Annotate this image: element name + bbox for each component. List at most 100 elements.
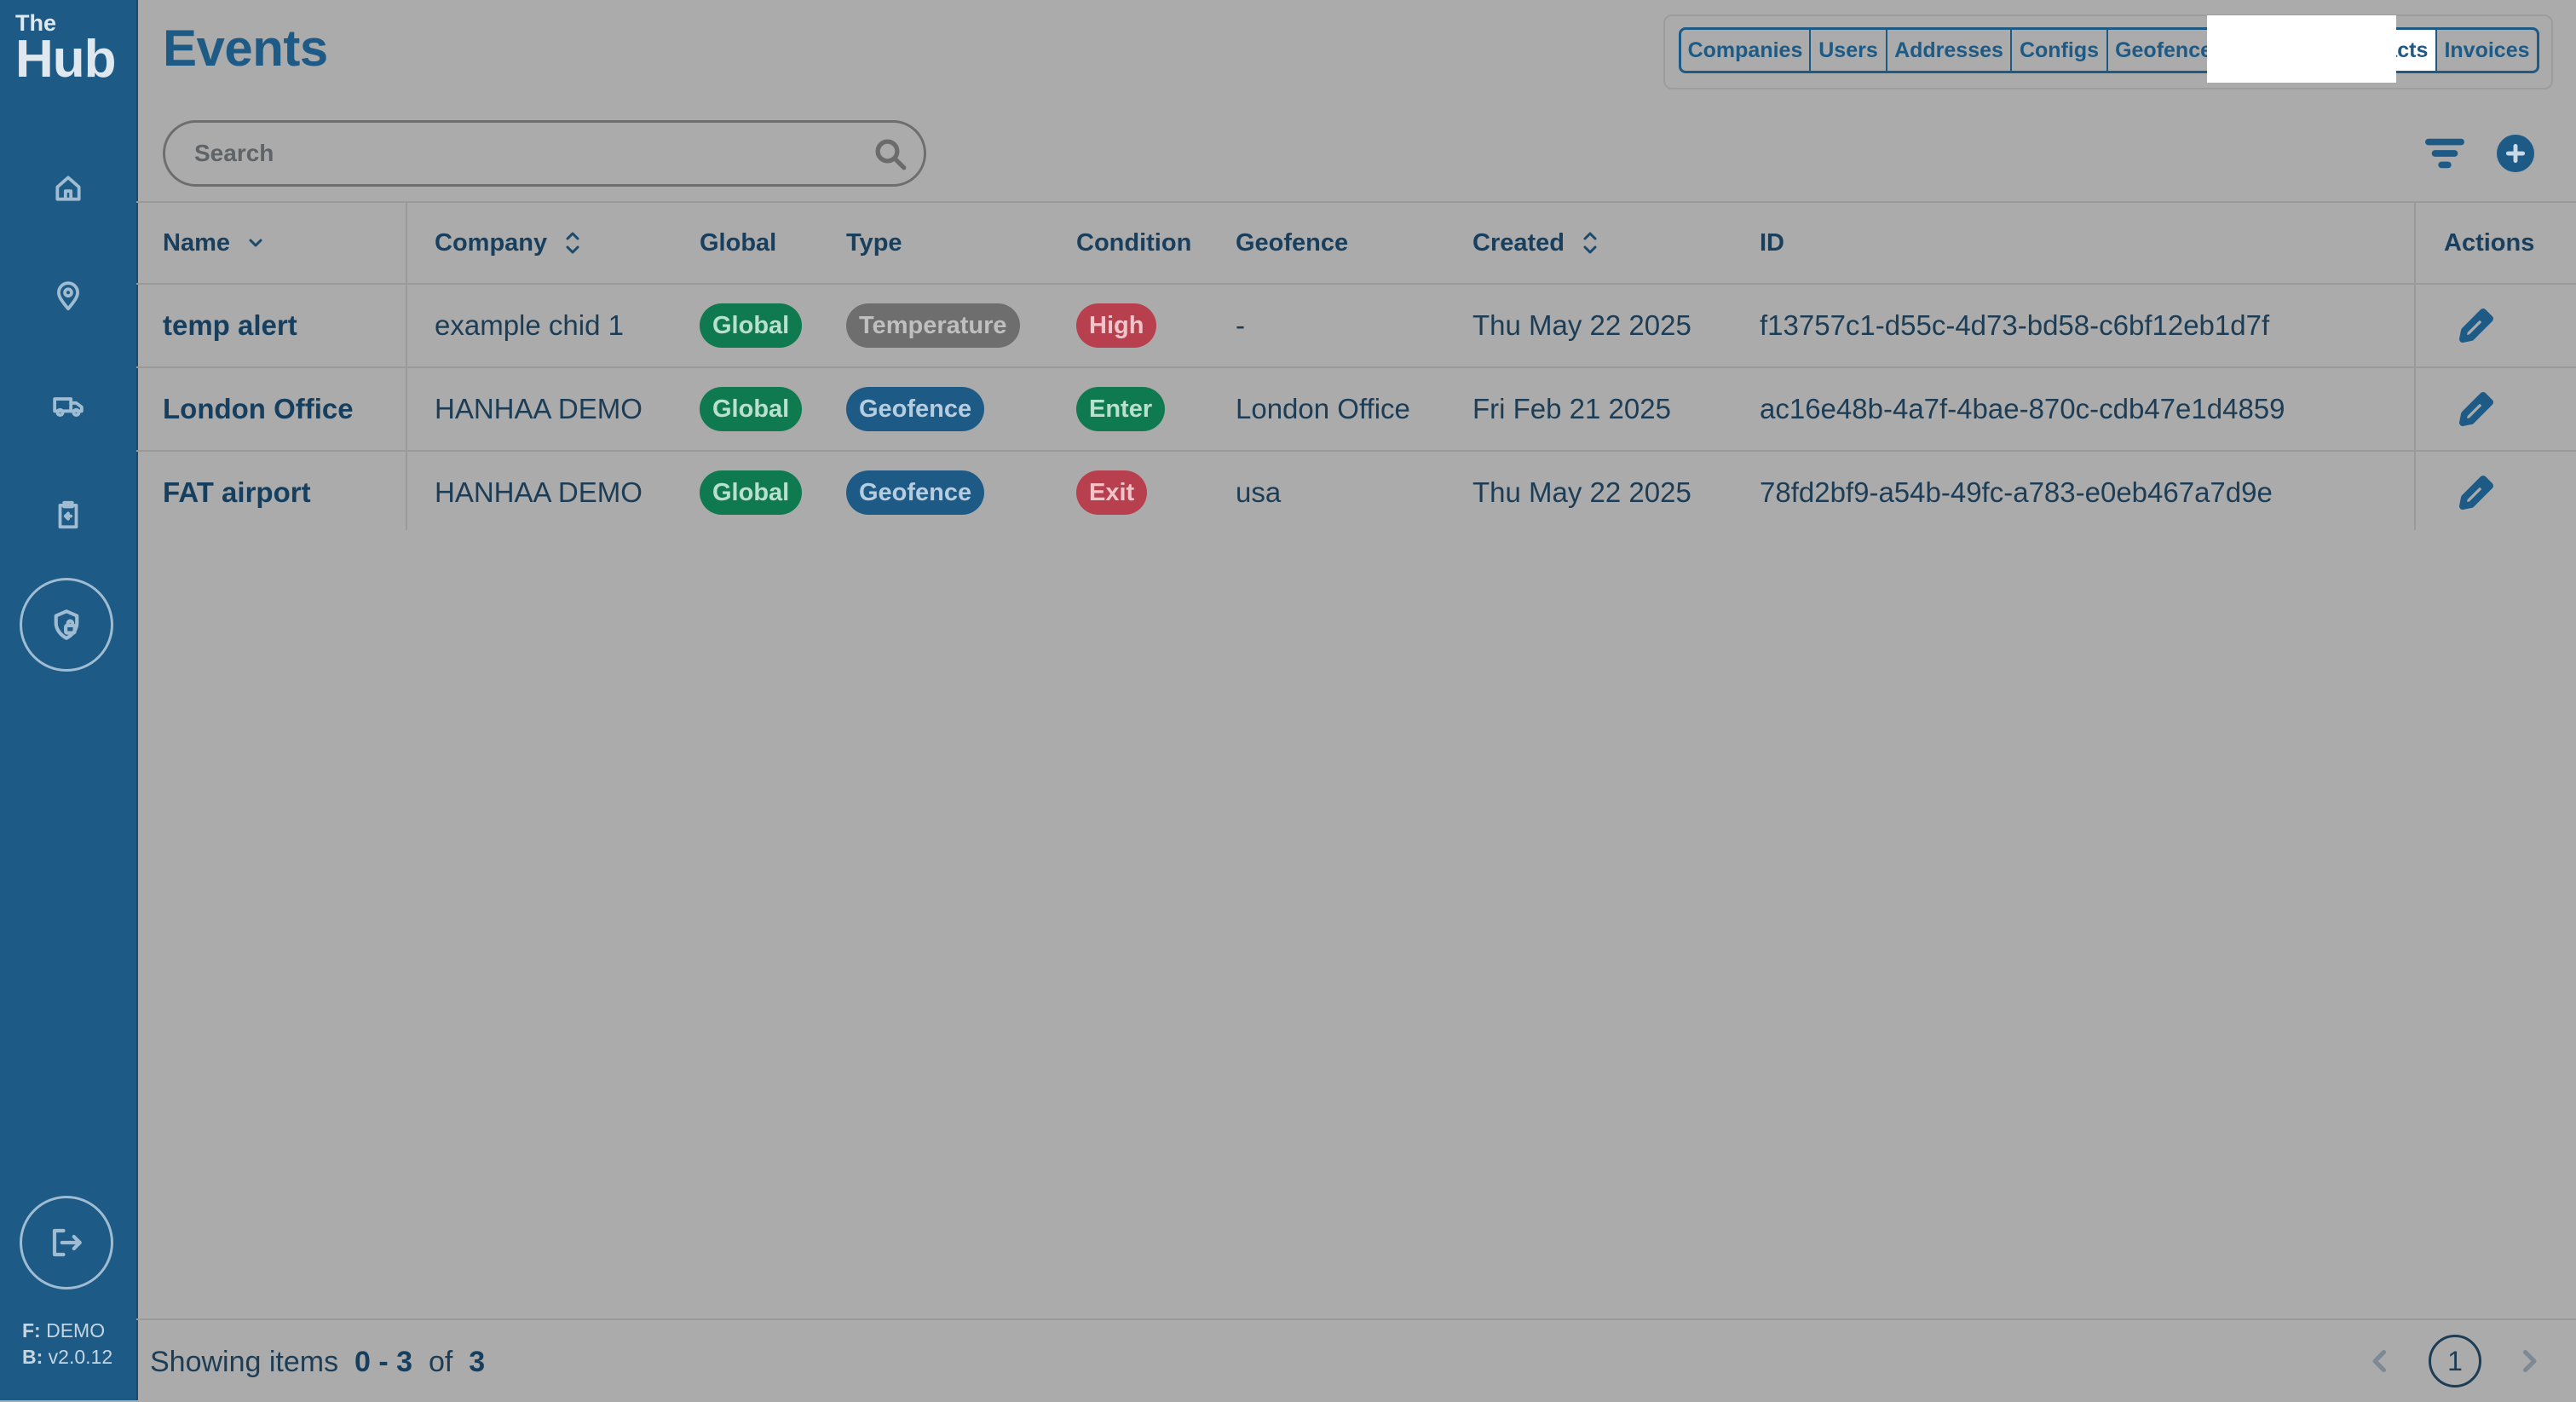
type-badge-cell: Geofence: [846, 368, 985, 450]
search-icon[interactable]: [873, 136, 908, 172]
global-badge-cell: Global: [700, 285, 803, 366]
column-header-name[interactable]: Name: [163, 203, 266, 283]
app-logo[interactable]: The Hub: [15, 10, 117, 86]
filter-icon[interactable]: [2425, 136, 2464, 170]
tab-addresses[interactable]: Addresses: [1887, 30, 2012, 71]
column-header-condition: Condition: [1076, 228, 1192, 257]
column-header-geofence: Geofence: [1236, 228, 1349, 257]
version-f-value: DEMO: [46, 1319, 106, 1341]
sidebar-item-clipboard[interactable]: [34, 481, 102, 549]
showing-total: 3: [469, 1346, 486, 1378]
location-pin-icon: [57, 281, 79, 311]
sort-icon: [562, 227, 583, 259]
type-badge-cell: Temperature: [846, 285, 1020, 366]
of-label: of: [428, 1346, 453, 1378]
event-company: HANHAA DEMO: [435, 476, 643, 508]
clipboard-icon: [58, 500, 78, 529]
column-header-global: Global: [700, 228, 777, 257]
plus-icon: [2505, 143, 2526, 164]
column-header-actions: Actions: [2444, 228, 2535, 257]
add-event-button[interactable]: [2497, 135, 2534, 172]
column-header-label: Company: [435, 228, 548, 257]
edit-button[interactable]: [2456, 452, 2497, 534]
event-geofence: -: [1236, 309, 1245, 341]
column-header-type: Type: [846, 228, 902, 257]
chevron-left-icon: [2372, 1349, 2387, 1373]
event-name[interactable]: temp alert: [163, 285, 297, 366]
type-badge-cell: Geofence: [846, 452, 985, 534]
table-header: Name Company Global Type Condition Geofe…: [136, 201, 2576, 283]
version-f-label: F:: [22, 1319, 41, 1341]
truck-icon: [53, 397, 84, 417]
global-badge: Global: [700, 387, 803, 431]
showing-label: Showing items: [150, 1346, 339, 1378]
event-geofence: usa: [1236, 476, 1282, 508]
sidebar: The Hub F: DEMO B: v2.0.12: [0, 0, 138, 1400]
pagination-footer: Showing items 0 - 3 of 3 1: [136, 1318, 2576, 1402]
events-table: Name Company Global Type Condition Geofe…: [136, 201, 2576, 534]
edit-button[interactable]: [2456, 285, 2497, 366]
tab-bar: Companies Users Addresses Configs Geofen…: [1679, 15, 2539, 83]
event-name[interactable]: FAT airport: [163, 452, 311, 534]
event-created: Thu May 22 2025: [1472, 476, 1691, 508]
condition-badge: Enter: [1076, 387, 1166, 431]
logout-icon: [52, 1228, 82, 1257]
event-name[interactable]: London Office: [163, 368, 354, 450]
sort-icon: [1580, 227, 1600, 259]
column-header-created[interactable]: Created: [1472, 203, 1600, 283]
page-title: Events: [163, 20, 328, 77]
tab-configs[interactable]: Configs: [2012, 30, 2108, 71]
showing-range: 0 - 3: [354, 1346, 413, 1378]
table-row[interactable]: temp alert example chid 1 Global Tempera…: [136, 283, 2576, 366]
pencil-icon: [2456, 389, 2497, 430]
chevron-down-icon: [245, 227, 266, 259]
type-badge: Geofence: [846, 387, 985, 431]
event-company: HANHAA DEMO: [435, 393, 643, 424]
column-header-label: Name: [163, 228, 230, 257]
condition-badge: High: [1076, 303, 1157, 348]
event-id: ac16e48b-4a7f-4bae-870c-cdb47e1d4859: [1760, 393, 2285, 424]
search-box: [163, 120, 926, 187]
condition-badge-cell: Enter: [1076, 368, 1166, 450]
sidebar-item-vehicles[interactable]: [34, 372, 102, 440]
page-number-current[interactable]: 1: [2429, 1335, 2481, 1388]
condition-badge-cell: High: [1076, 285, 1157, 366]
pencil-icon: [2456, 472, 2497, 513]
tab-companies[interactable]: Companies: [1681, 30, 1811, 71]
event-id: 78fd2bf9-a54b-49fc-a783-e0eb467a7d9e: [1760, 476, 2273, 508]
table-row[interactable]: FAT airport HANHAA DEMO Global Geofence …: [136, 450, 2576, 534]
condition-badge: Exit: [1076, 470, 1148, 515]
event-created: Fri Feb 21 2025: [1472, 393, 1671, 424]
event-created: Thu May 22 2025: [1472, 309, 1691, 341]
home-icon: [55, 176, 81, 201]
type-badge: Geofence: [846, 470, 985, 515]
column-header-company[interactable]: Company: [435, 203, 583, 283]
shield-lock-icon: [54, 609, 79, 640]
logout-button[interactable]: [20, 1196, 113, 1289]
global-badge-cell: Global: [700, 368, 803, 450]
tab-users[interactable]: Users: [1811, 30, 1887, 71]
search-input[interactable]: [165, 139, 844, 168]
column-header-id: ID: [1760, 228, 1784, 257]
version-b-label: B:: [22, 1346, 43, 1368]
condition-badge-cell: Exit: [1076, 452, 1148, 534]
type-badge: Temperature: [846, 303, 1020, 348]
sidebar-item-locations[interactable]: [34, 263, 102, 331]
table-row[interactable]: London Office HANHAA DEMO Global Geofenc…: [136, 366, 2576, 450]
sidebar-item-security[interactable]: [20, 578, 113, 672]
previous-page-button[interactable]: [2365, 1346, 2395, 1376]
event-company: example chid 1: [435, 309, 624, 341]
tab-invoices[interactable]: Invoices: [2437, 30, 2537, 71]
pagination-summary: Showing items 0 - 3 of 3: [150, 1346, 485, 1379]
version-b-value: v2.0.12: [48, 1346, 113, 1368]
sidebar-item-home[interactable]: [34, 154, 102, 222]
tab-events[interactable]: Events: [2207, 15, 2396, 83]
next-page-button[interactable]: [2514, 1346, 2544, 1376]
edit-button[interactable]: [2456, 368, 2497, 450]
column-header-label: Created: [1472, 228, 1565, 257]
event-id: f13757c1-d55c-4d73-bd58-c6bf12eb1d7f: [1760, 309, 2270, 341]
global-badge: Global: [700, 303, 803, 348]
global-badge-cell: Global: [700, 452, 803, 534]
global-badge: Global: [700, 470, 803, 515]
event-geofence: London Office: [1236, 393, 1410, 424]
